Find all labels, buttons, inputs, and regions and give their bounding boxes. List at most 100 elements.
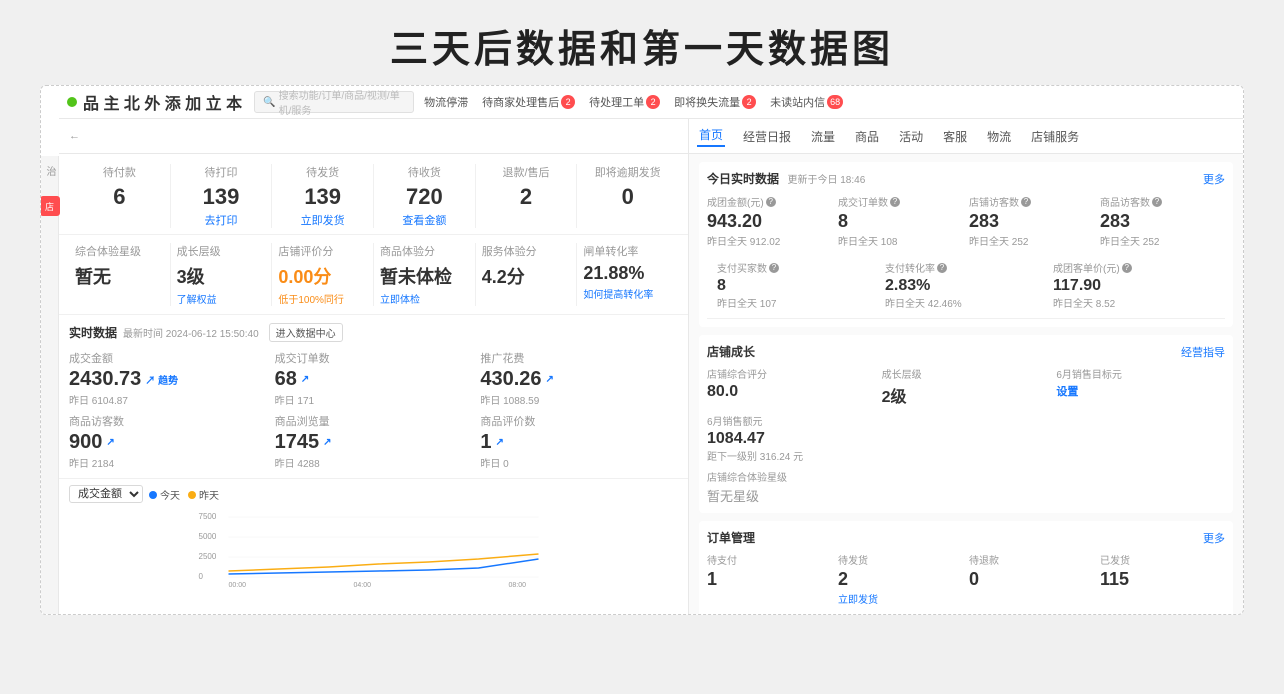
tab-products[interactable]: 商品 xyxy=(853,128,881,145)
star-value: 暂无星级 xyxy=(707,486,1225,505)
today-header: 今日实时数据 更新于今日 18:46 更多 xyxy=(707,170,1225,188)
rt-value-4: 1745 ↗ xyxy=(275,431,473,454)
tab-activities[interactable]: 活动 xyxy=(897,128,925,145)
info-icon-4[interactable]: ? xyxy=(769,263,779,273)
order-mgmt-section: 订单管理 更多 待支付 1 待发货 2 立即发货 xyxy=(699,521,1233,614)
growth-item-1: 成长层级 2级 xyxy=(882,366,1051,407)
stat-label-5: 即将逾期发货 xyxy=(581,164,674,180)
realtime-btn[interactable]: 进入数据中心 xyxy=(269,323,343,342)
growth-title: 店铺成长 xyxy=(707,343,755,360)
info-icon-5[interactable]: ? xyxy=(937,263,947,273)
stat-value-3: 720 xyxy=(378,184,471,210)
info-icon-1[interactable]: ? xyxy=(890,197,900,207)
info-icon-6[interactable]: ? xyxy=(1122,263,1132,273)
tab-traffic[interactable]: 流量 xyxy=(809,128,837,145)
order-link-1[interactable]: 立即发货 xyxy=(838,591,963,606)
score-label-4: 服务体验分 xyxy=(482,243,571,259)
search-icon: 🔍 xyxy=(263,97,275,108)
score-product: 商品体验分 暂未体检 立即体检 xyxy=(374,243,476,306)
today-label-2: 店铺访客数 ? xyxy=(969,194,1094,209)
today-more[interactable]: 更多 xyxy=(1203,171,1225,187)
rt-label-3: 商品访客数 xyxy=(69,413,267,429)
score-sub-2[interactable]: 低于100%同行 xyxy=(278,291,367,306)
score-sub-1[interactable]: 了解权益 xyxy=(177,291,266,306)
score-overall: 综合体验星级 暂无 xyxy=(69,243,171,306)
line-chart: 7500 5000 2500 0 xyxy=(69,509,678,589)
rt-sub-2: 昨日 1088.59 xyxy=(480,392,678,407)
rt-label-5: 商品评价数 xyxy=(480,413,678,429)
trend-icon-1[interactable]: ↗ xyxy=(301,374,309,385)
nav-item-traffic[interactable]: 即将换失流量 2 xyxy=(670,94,760,110)
today-label-1: 成交订单数 ? xyxy=(838,194,963,209)
trend-icon-2[interactable]: ↗ xyxy=(546,374,554,385)
legend-today-dot xyxy=(149,491,157,499)
today-item-3: 商品访客数 ? 283 昨日全天 252 xyxy=(1100,194,1225,248)
realtime-title: 实时数据 xyxy=(69,324,117,341)
info-icon-3[interactable]: ? xyxy=(1152,197,1162,207)
today-grid: 成团金额(元) ? 943.20 昨日全天 912.02 成交订单数 ? 8 xyxy=(707,194,1225,248)
trend-icon-5[interactable]: ↗ xyxy=(495,437,503,448)
order-mgmt-more[interactable]: 更多 xyxy=(1203,530,1225,546)
today-value-2: 283 xyxy=(969,211,1094,232)
tab-customer[interactable]: 客服 xyxy=(941,128,969,145)
traffic-badge: 2 xyxy=(742,95,756,109)
score-label-3: 商品体验分 xyxy=(380,243,469,259)
rt-value-0: 2430.73 ↗ 趋势 xyxy=(69,368,267,391)
score-label-1: 成长层级 xyxy=(177,243,266,259)
info-icon-2[interactable]: ? xyxy=(1021,197,1031,207)
growth-grid: 店铺综合评分 80.0 成长层级 2级 6月销售目标元 设置 6月销售额元 xyxy=(707,366,1225,463)
stat-label-1: 待打印 xyxy=(175,164,268,180)
tab-report[interactable]: 经营日报 xyxy=(741,128,793,145)
info-icon-0[interactable]: ? xyxy=(766,197,776,207)
today-sub-1: 昨日全天 108 xyxy=(838,233,963,248)
trend-icon-3[interactable]: ↗ xyxy=(106,437,114,448)
order-item-r2-1: 催付超时 0 xyxy=(838,612,963,614)
rt-value-3: 900 ↗ xyxy=(69,431,267,454)
today-value-3: 283 xyxy=(1100,211,1225,232)
score-row: 综合体验星级 暂无 成长层级 3级 了解权益 店铺评价分 0.00分 低于100… xyxy=(59,235,688,315)
rt-pageviews: 商品浏览量 1745 ↗ 昨日 4288 xyxy=(275,413,473,470)
nav-item-messages[interactable]: 未读站内信 68 xyxy=(766,94,847,110)
score-sub-3[interactable]: 立即体检 xyxy=(380,291,469,306)
main-content: 待付款 6 待打印 139 去打印 待发货 139 立即发货 待收货 xyxy=(59,154,1243,614)
sp-sub-2: 昨日全天 8.52 xyxy=(1053,295,1215,310)
star-label: 店铺综合体验星级 xyxy=(707,469,1225,484)
growth-set-link[interactable]: 设置 xyxy=(1056,383,1225,399)
score-value-5: 21.88% xyxy=(583,263,672,284)
realtime-header: 实时数据 最新时间 2024-06-12 15:50:40 进入数据中心 xyxy=(69,323,678,342)
svg-text:00:00: 00:00 xyxy=(229,582,247,589)
growth-more[interactable]: 经营指导 xyxy=(1181,344,1225,360)
score-sub-5[interactable]: 如何提高转化率 xyxy=(583,286,672,301)
traffic-label: 即将换失流量 xyxy=(674,94,740,110)
growth-value-3: 1084.47 xyxy=(707,430,1225,448)
rt-sub-5: 昨日 0 xyxy=(480,455,678,470)
search-bar[interactable]: 🔍 搜索功能/订单/商品/视测/单机/服务 xyxy=(254,91,414,113)
tab-store-service[interactable]: 店铺服务 xyxy=(1029,128,1081,145)
stat-pending-receive: 待收货 720 查看金额 xyxy=(374,164,476,228)
dashboard-card: 治 店 品 主 北 外 添 加 立 本 🔍 搜索功能/订单/商品/视测/单机/服… xyxy=(40,85,1244,615)
stat-link-2[interactable]: 立即发货 xyxy=(276,212,369,228)
trend-icon-0[interactable]: ↗ 趋势 xyxy=(145,372,178,387)
stat-pending-ship: 待发货 139 立即发货 xyxy=(272,164,374,228)
stat-link-1[interactable]: 去打印 xyxy=(175,212,268,228)
today-sub-2: 昨日全天 252 xyxy=(969,233,1094,248)
tab-home[interactable]: 首页 xyxy=(697,126,725,147)
trend-icon-4[interactable]: ↗ xyxy=(323,437,331,448)
growth-item-3: 6月销售额元 1084.47 距下一级别 316.24 元 xyxy=(707,413,1225,463)
nav-item-logistics[interactable]: 物流停滞 xyxy=(420,94,472,110)
growth-sub-3: 距下一级别 316.24 元 xyxy=(707,448,1225,463)
nav-item-workorder[interactable]: 待处理工单 2 xyxy=(585,94,664,110)
sp-item-2: 成团客单价(元) ? 117.90 昨日全天 8.52 xyxy=(1053,260,1215,310)
tab-logistics[interactable]: 物流 xyxy=(985,128,1013,145)
chart-legend: 今天 昨天 xyxy=(149,487,219,502)
workorder-badge: 2 xyxy=(646,95,660,109)
page-title: 三天后数据和第一天数据图 xyxy=(0,18,1284,73)
stat-label-2: 待发货 xyxy=(276,164,369,180)
nav-item-aftersale[interactable]: 待商家处理售后 2 xyxy=(478,94,579,110)
rt-sub-1: 昨日 171 xyxy=(275,392,473,407)
score-label-0: 综合体验星级 xyxy=(75,243,164,259)
chart-select[interactable]: 成交金额 xyxy=(69,485,143,503)
stat-link-3[interactable]: 查看金额 xyxy=(378,212,471,228)
score-value-1: 3级 xyxy=(177,263,266,289)
growth-label-3: 6月销售额元 xyxy=(707,413,1225,428)
